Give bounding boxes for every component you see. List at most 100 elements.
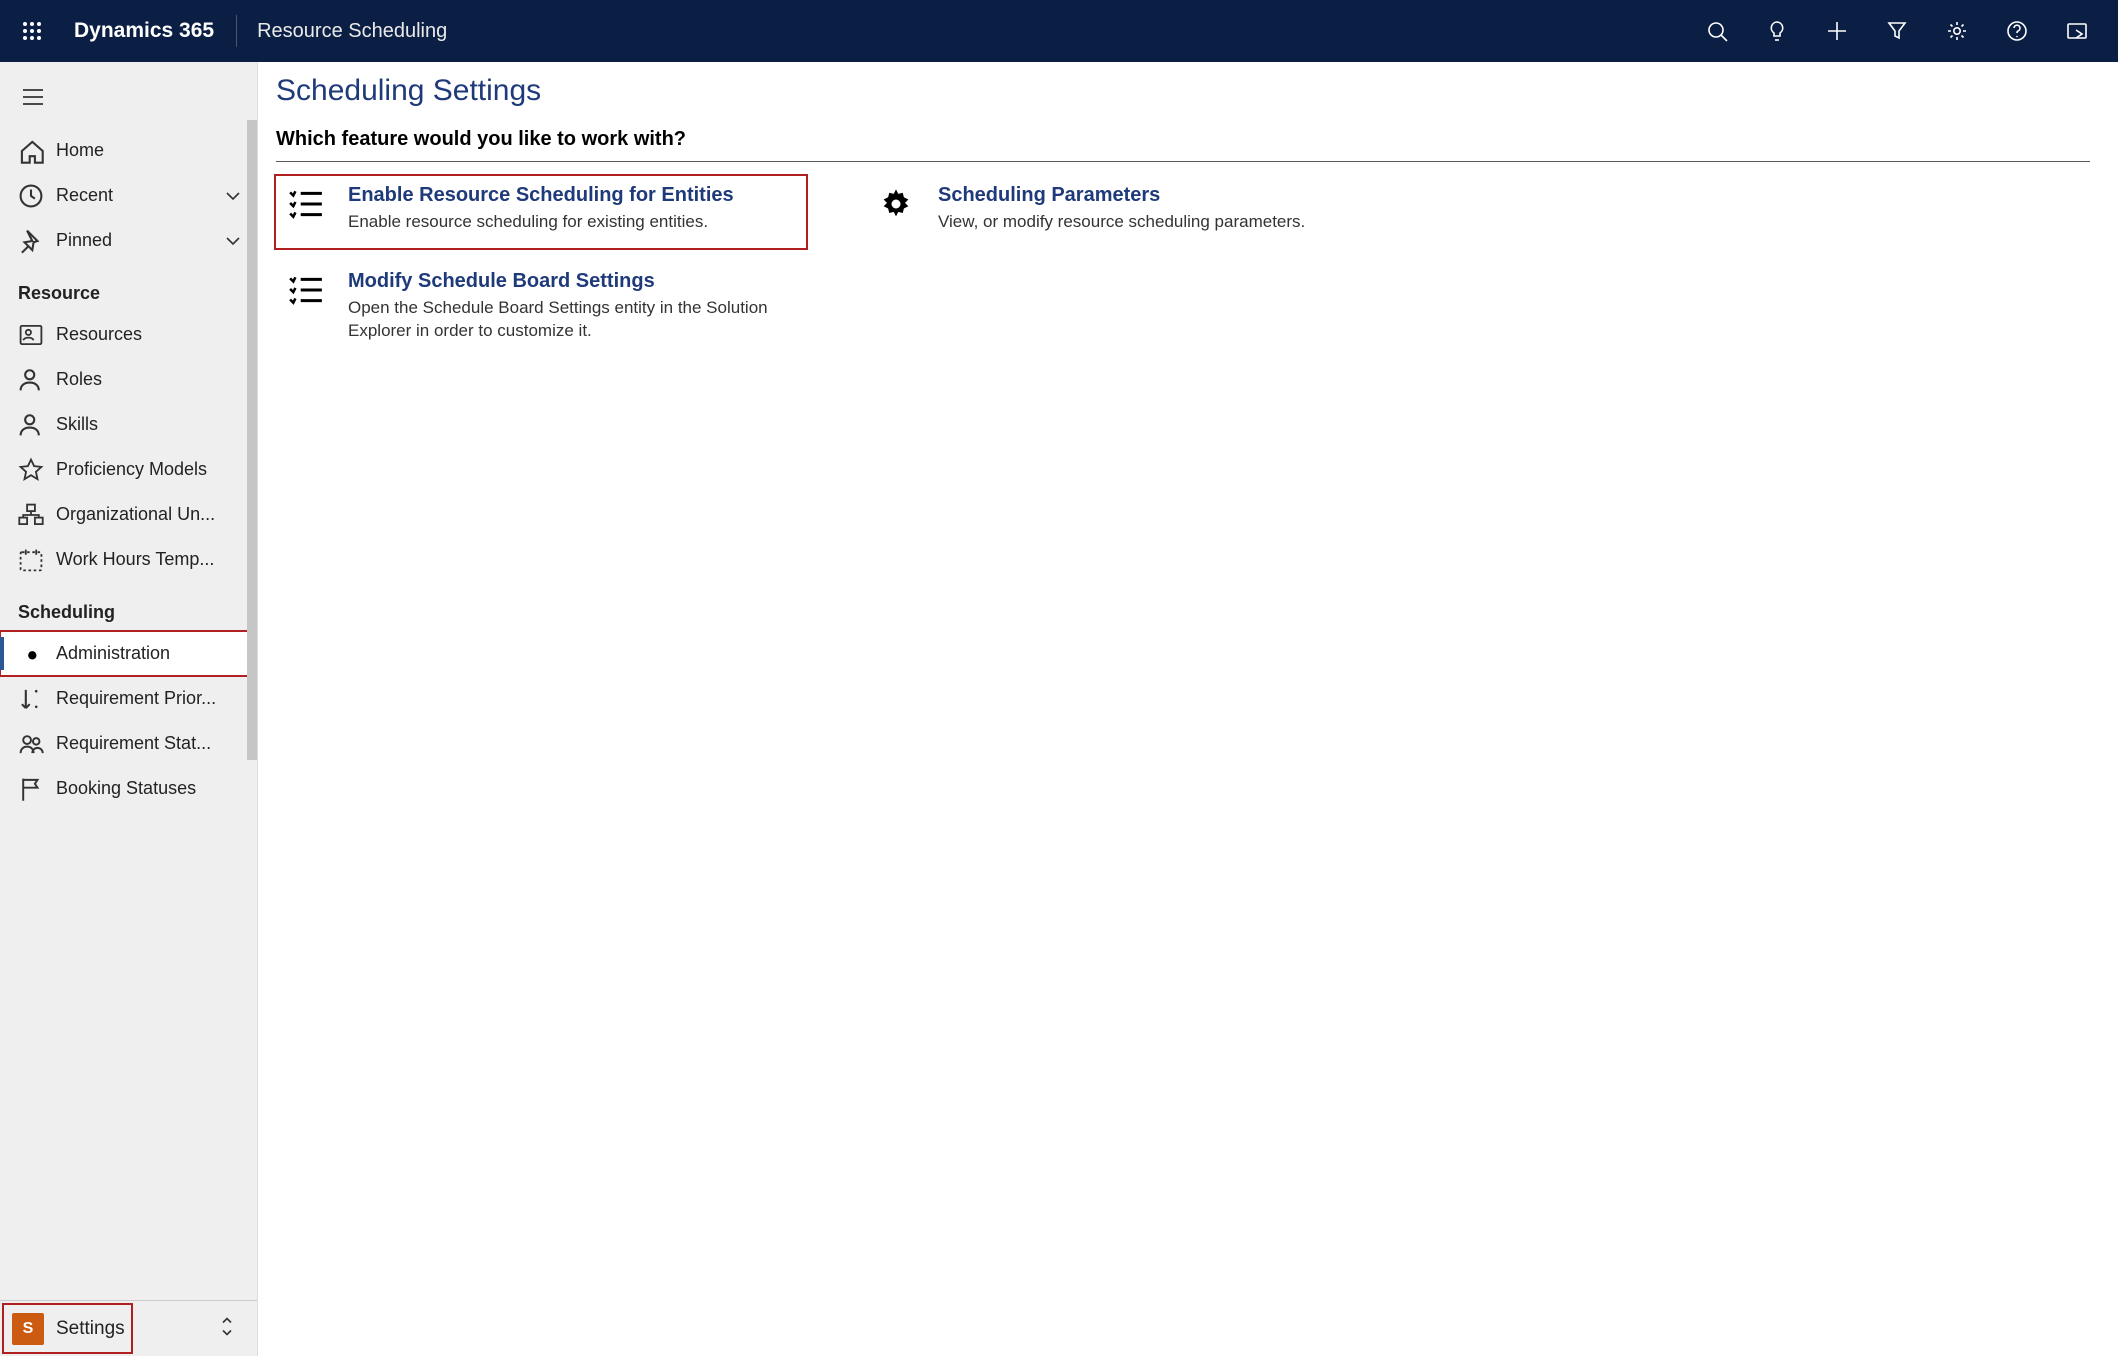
feature-tile[interactable]: Scheduling Parameters View, or modify re… — [866, 176, 1315, 242]
org-icon-slot — [18, 502, 44, 528]
nav-section-scheduling: Scheduling — [0, 582, 257, 631]
brand-label[interactable]: Dynamics 365 — [52, 19, 236, 43]
hamburger-icon — [22, 88, 44, 106]
org-icon — [18, 502, 44, 528]
people-icon — [18, 731, 44, 757]
nav-label: Organizational Un... — [56, 504, 243, 525]
clock-icon — [18, 183, 44, 209]
nav-label: Resources — [56, 324, 243, 345]
gear-icon — [1946, 20, 1968, 42]
nav-item-home[interactable]: Home — [0, 128, 257, 173]
nav-label: Requirement Prior... — [56, 688, 243, 709]
nav-label: Requirement Stat... — [56, 733, 243, 754]
tile-title: Enable Resource Scheduling for Entities — [348, 184, 734, 207]
nav-label: Home — [56, 140, 243, 161]
nav-item[interactable]: Resources — [0, 312, 257, 357]
person-icon — [18, 412, 44, 438]
top-bar-left: Dynamics 365 Resource Scheduling — [12, 11, 447, 51]
nav-item[interactable]: Requirement Prior... — [0, 676, 257, 721]
plus-icon — [1826, 20, 1848, 42]
funnel-icon — [1886, 20, 1908, 42]
person-icon-slot — [18, 412, 44, 438]
person-card-icon-slot — [18, 322, 44, 348]
nav-item[interactable]: Skills — [0, 402, 257, 447]
home-icon-slot — [18, 138, 44, 164]
sort-down-icon-slot — [18, 686, 44, 712]
tile-desc: Enable resource scheduling for existing … — [348, 211, 734, 234]
area-switch-icon — [219, 1316, 235, 1341]
sidebar-collapse-button[interactable] — [8, 72, 58, 122]
nav-item[interactable]: Work Hours Temp... — [0, 537, 257, 582]
checklist-icon — [288, 186, 324, 222]
calendar-dotted-icon — [18, 547, 44, 573]
nav-item[interactable]: Requirement Stat... — [0, 721, 257, 766]
tile-desc: Open the Schedule Board Settings entity … — [348, 297, 796, 343]
help-icon — [2006, 20, 2028, 42]
nav-label: Skills — [56, 414, 243, 435]
checklist-icon — [288, 272, 324, 308]
nav-label: Booking Statuses — [56, 778, 243, 799]
checklist-icon — [286, 270, 326, 310]
chevron-down-icon — [223, 186, 243, 206]
nav-label: Recent — [56, 185, 223, 206]
person-icon — [18, 367, 44, 393]
nav-item-recent[interactable]: Recent — [0, 173, 257, 218]
star-icon-slot — [18, 457, 44, 483]
feature-tile[interactable]: Enable Resource Scheduling for Entities … — [276, 176, 806, 248]
assistant-button[interactable] — [1748, 0, 1806, 62]
tile-title: Scheduling Parameters — [938, 184, 1305, 207]
page-title: Scheduling Settings — [276, 72, 2090, 122]
area-badge: S — [12, 1313, 44, 1345]
people-icon-slot — [18, 731, 44, 757]
search-button[interactable] — [1688, 0, 1746, 62]
feature-tile[interactable]: Modify Schedule Board Settings Open the … — [276, 262, 806, 351]
nav-label: Work Hours Temp... — [56, 549, 243, 570]
sort-down-icon — [18, 686, 44, 712]
calendar-dotted-icon-slot — [18, 547, 44, 573]
app-name-label: Resource Scheduling — [237, 20, 447, 43]
search-icon — [1706, 20, 1728, 42]
app-launcher-button[interactable] — [12, 11, 52, 51]
person-card-icon — [18, 322, 44, 348]
tile-desc: View, or modify resource scheduling para… — [938, 211, 1305, 234]
gear-solid-icon — [878, 186, 914, 222]
sidebar-scrollbar[interactable] — [247, 120, 257, 760]
main-content: Scheduling Settings Which feature would … — [258, 62, 2118, 1356]
nav-label: Administration — [56, 643, 243, 664]
flag-icon-slot — [18, 776, 44, 802]
panel-icon — [2066, 20, 2088, 42]
top-bar-right — [1688, 0, 2106, 62]
star-icon — [18, 457, 44, 483]
nav-label: Pinned — [56, 230, 223, 251]
sidebar: Home Recent Pinned Resource Resources Ro… — [0, 62, 258, 1356]
lightbulb-icon — [1766, 20, 1788, 42]
settings-button[interactable] — [1928, 0, 1986, 62]
checklist-icon — [286, 184, 326, 224]
nav-item[interactable]: Booking Statuses — [0, 766, 257, 811]
nav-item[interactable]: Roles — [0, 357, 257, 402]
person-icon-slot — [18, 367, 44, 393]
chevron-down-icon — [223, 231, 243, 251]
nav-item[interactable]: Organizational Un... — [0, 492, 257, 537]
pin-icon-slot — [18, 228, 44, 254]
chevron-updown-icon — [219, 1316, 235, 1336]
page-subtitle: Which feature would you like to work wit… — [276, 122, 2090, 162]
gear-icon-slot — [18, 641, 44, 667]
nav-section-resource: Resource — [0, 263, 257, 312]
clock-icon-slot — [18, 183, 44, 209]
add-button[interactable] — [1808, 0, 1866, 62]
nav-label: Roles — [56, 369, 243, 390]
nav-label: Proficiency Models — [56, 459, 243, 480]
pin-icon — [18, 228, 44, 254]
nav-item-pinned[interactable]: Pinned — [0, 218, 257, 263]
area-label: Settings — [56, 1318, 125, 1340]
home-icon — [18, 138, 44, 164]
waffle-icon — [22, 21, 42, 41]
nav-item[interactable]: Proficiency Models — [0, 447, 257, 492]
area-switcher[interactable]: S Settings — [0, 1300, 257, 1356]
panel-toggle-button[interactable] — [2048, 0, 2106, 62]
nav-item[interactable]: Administration — [0, 631, 257, 676]
filter-button[interactable] — [1868, 0, 1926, 62]
top-bar: Dynamics 365 Resource Scheduling — [0, 0, 2118, 62]
help-button[interactable] — [1988, 0, 2046, 62]
